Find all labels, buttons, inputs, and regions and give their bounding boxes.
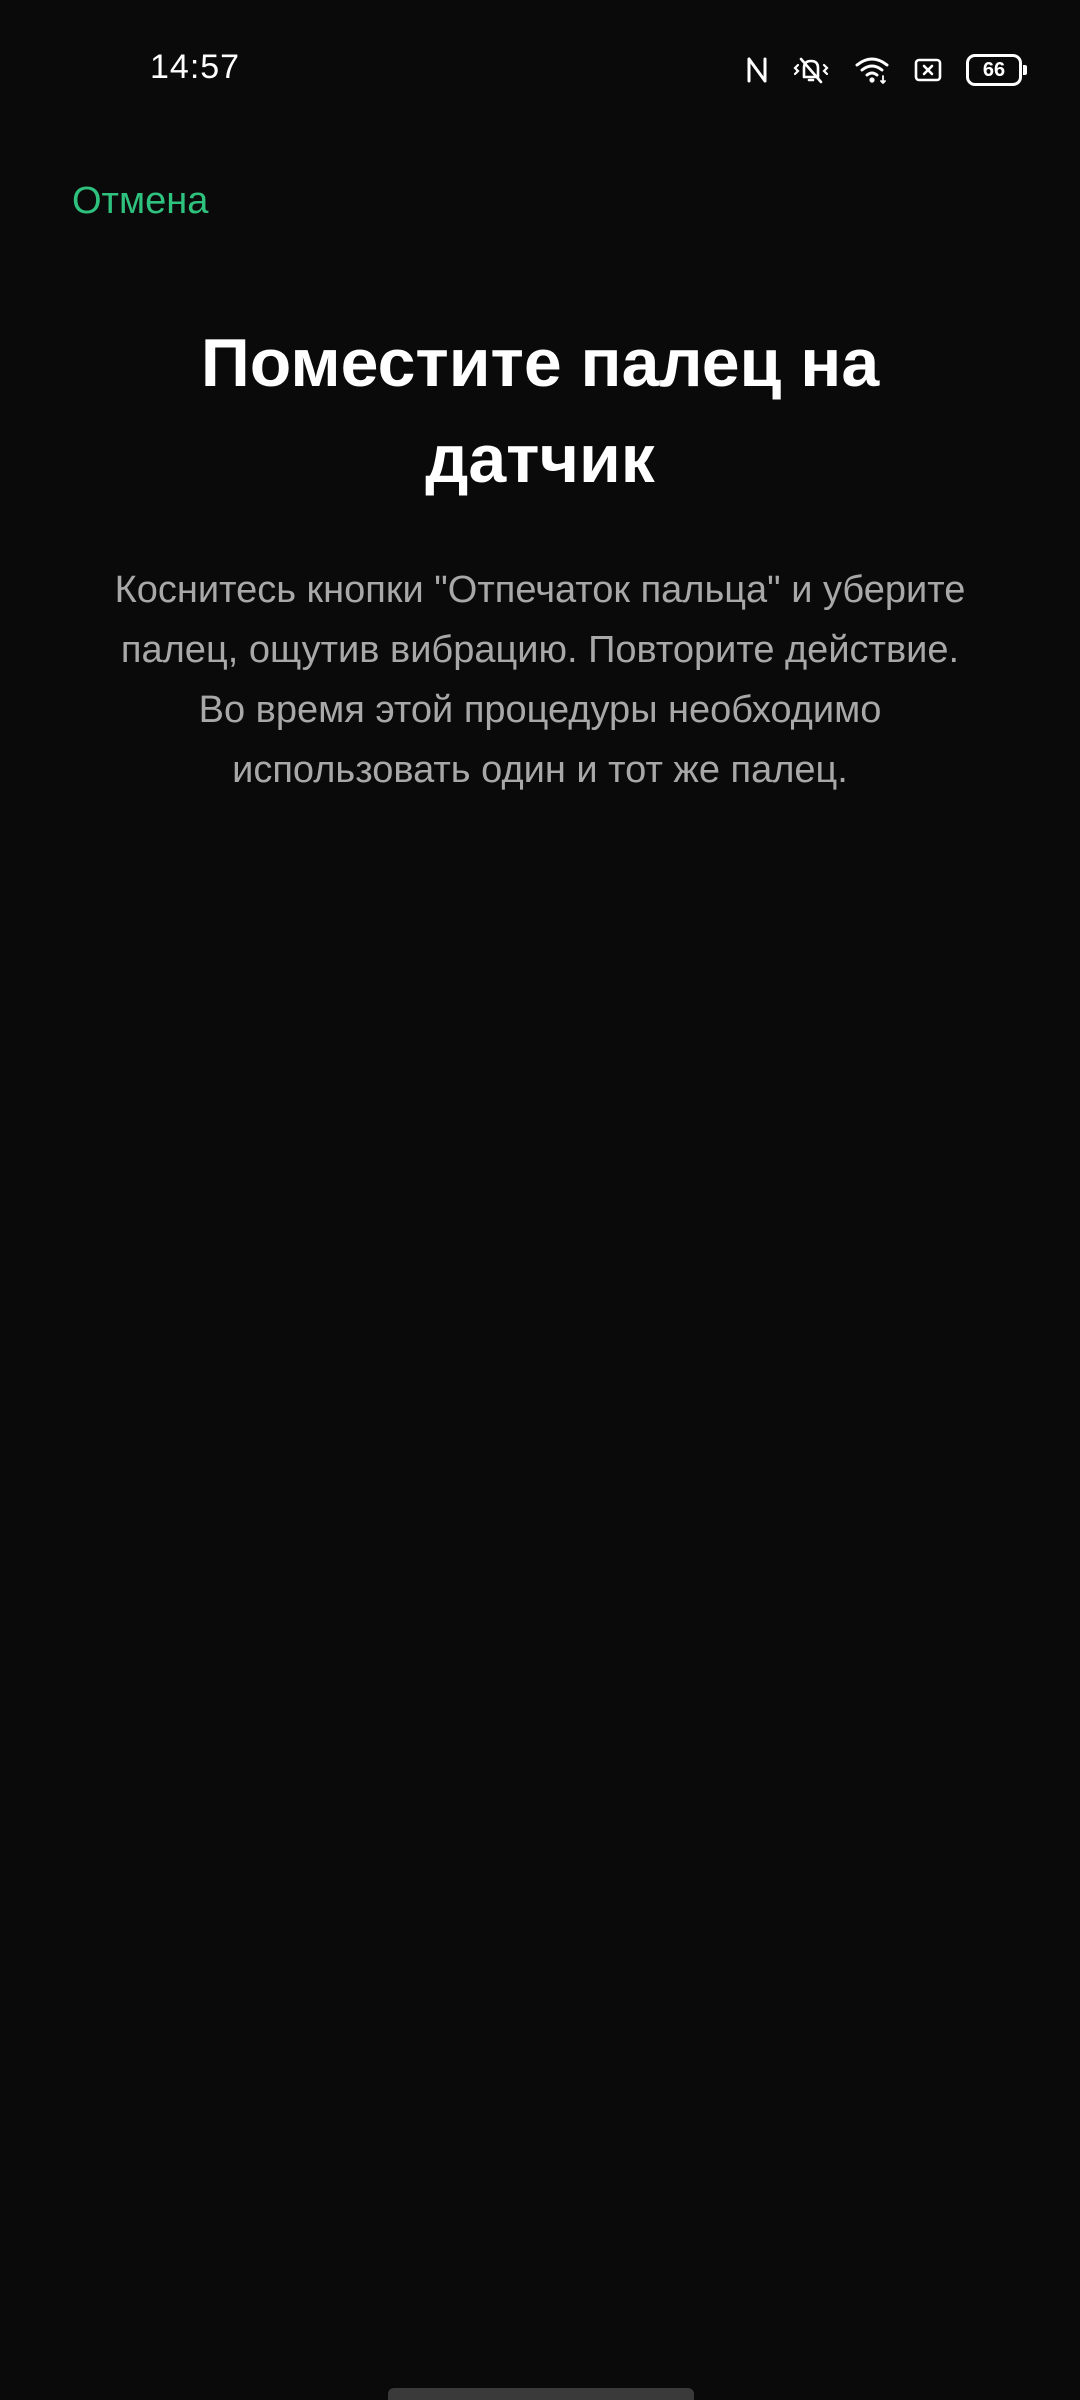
nfc-icon <box>746 56 768 84</box>
cancel-button[interactable]: Отмена <box>72 180 208 223</box>
battery-level: 66 <box>982 58 1006 81</box>
status-icons: 66 <box>746 50 1027 90</box>
instruction-line-1: Коснитесь кнопки "Отпечаток пальца" и уб… <box>114 569 966 671</box>
wifi-icon <box>854 55 890 85</box>
vibrate-mute-icon <box>792 55 830 85</box>
instruction-line-2: Во время этой процедуры необходимо испол… <box>198 689 882 791</box>
page-title: Поместите палец на датчик <box>200 325 880 497</box>
status-bar: 14:57 66 <box>0 0 1080 130</box>
status-time: 14:57 <box>150 48 241 86</box>
sim-icon <box>914 58 942 82</box>
gesture-nav-handle[interactable] <box>388 2388 694 2400</box>
instruction-text: Коснитесь кнопки "Отпечаток пальца" и уб… <box>80 560 1000 800</box>
battery-icon: 66 <box>966 54 1027 86</box>
